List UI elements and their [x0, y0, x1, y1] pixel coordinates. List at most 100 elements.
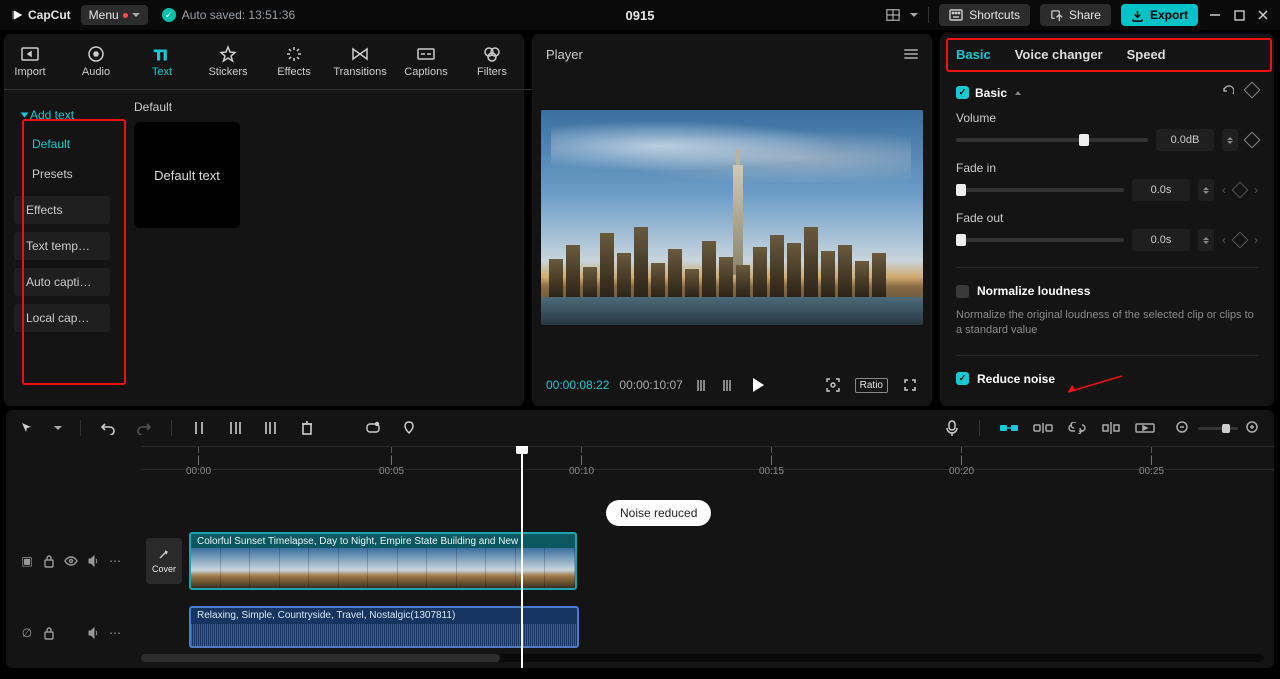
player-viewport[interactable] — [532, 74, 932, 364]
trim-right-tool[interactable] — [262, 419, 280, 437]
share-button[interactable]: Share — [1040, 4, 1111, 26]
split-tool[interactable] — [190, 419, 208, 437]
timeline-toolbar — [6, 410, 1274, 446]
keyframe-icon[interactable] — [1244, 82, 1261, 99]
more-icon[interactable]: ⋯ — [108, 554, 122, 568]
snap-toggle[interactable] — [998, 420, 1020, 436]
fullscreen-icon[interactable] — [902, 377, 918, 393]
zoom-in-button[interactable] — [1244, 419, 1262, 437]
close-button[interactable] — [1256, 8, 1270, 22]
normalize-desc: Normalize the original loudness of the s… — [956, 308, 1258, 339]
sidebar-item-default[interactable]: Default — [14, 130, 120, 158]
checkbox-on-icon: ✓ — [956, 372, 969, 385]
app-logo: CapCut — [10, 8, 71, 22]
video-clip[interactable]: Colorful Sunset Timelapse, Day to Night,… — [189, 532, 577, 590]
audio-track-header: ∅ ⋯ — [6, 604, 141, 662]
pointer-tool[interactable] — [18, 419, 36, 437]
layout-icon[interactable] — [886, 8, 900, 22]
text-content: Default Default text — [120, 90, 560, 406]
ribbon-audio[interactable]: Audio — [76, 45, 116, 78]
menu-button[interactable]: Menu — [81, 5, 148, 25]
track-type-icon[interactable]: ∅ — [20, 626, 34, 640]
playhead[interactable] — [521, 446, 523, 668]
fadeout-value[interactable]: 0.0s — [1132, 229, 1190, 251]
ribbon-stickers[interactable]: Stickers — [208, 45, 248, 78]
fadein-stepper[interactable] — [1198, 179, 1214, 201]
maximize-button[interactable] — [1232, 8, 1246, 22]
align-toggle[interactable] — [1100, 420, 1122, 436]
export-button[interactable]: Export — [1121, 4, 1198, 26]
chevron-down-icon[interactable] — [54, 426, 62, 430]
section-basic[interactable]: ✓ Basic — [956, 84, 1258, 101]
volume-slider[interactable] — [956, 138, 1148, 142]
player-label: Player — [546, 47, 583, 62]
ribbon-transitions[interactable]: Transitions — [340, 45, 380, 78]
ribbon-import[interactable]: Import — [10, 45, 50, 78]
ribbon-captions[interactable]: Captions — [406, 45, 446, 78]
check-icon: ✓ — [162, 8, 176, 22]
ribbon-effects[interactable]: Effects — [274, 45, 314, 78]
prev-frame-icon[interactable] — [693, 377, 709, 393]
mute-icon[interactable] — [86, 554, 100, 568]
timeline-ruler[interactable]: |00:00 |00:05 |00:10 |00:15 |00:20 |00:2… — [141, 446, 1274, 470]
keyframe-icon[interactable] — [1232, 232, 1249, 249]
ribbon-filters[interactable]: Filters — [472, 45, 512, 78]
tab-speed[interactable]: Speed — [1127, 47, 1166, 62]
ribbon-text[interactable]: TIText — [142, 45, 182, 78]
fadein-slider[interactable] — [956, 188, 1124, 192]
marker-tool[interactable] — [400, 419, 418, 437]
timeline-scrollbar[interactable] — [141, 654, 1264, 662]
volume-value[interactable]: 0.0dB — [1156, 129, 1214, 151]
shortcuts-button[interactable]: Shortcuts — [939, 4, 1030, 26]
reduce-noise[interactable]: ✓ Reduce noise — [956, 372, 1258, 386]
zoom-out-button[interactable] — [1174, 419, 1192, 437]
preview-toggle[interactable] — [1134, 420, 1156, 436]
minimize-button[interactable] — [1208, 8, 1222, 22]
undo-icon[interactable] — [1220, 84, 1234, 101]
video-frame — [541, 110, 923, 325]
player-menu-icon[interactable] — [904, 49, 918, 59]
keyframe-icon[interactable] — [1232, 182, 1249, 199]
tab-voice-changer[interactable]: Voice changer — [1015, 47, 1103, 62]
play-button[interactable] — [753, 378, 764, 392]
sidebar-cat-auto-captions[interactable]: Auto captio... — [14, 268, 110, 296]
track-type-icon[interactable]: ▣ — [20, 554, 34, 568]
zoom-slider[interactable] — [1198, 427, 1238, 430]
lock-icon[interactable] — [42, 554, 56, 568]
mute-icon[interactable] — [86, 626, 100, 640]
undo-button[interactable] — [99, 419, 117, 437]
volume-stepper[interactable] — [1222, 129, 1238, 151]
more-icon[interactable]: ⋯ — [108, 626, 122, 640]
fadeout-stepper[interactable] — [1198, 229, 1214, 251]
keyframe-icon[interactable] — [1244, 132, 1261, 149]
timecode-duration: 00:00:10:07 — [619, 378, 682, 392]
fadeout-slider[interactable] — [956, 238, 1124, 242]
fadein-value[interactable]: 0.0s — [1132, 179, 1190, 201]
ratio-button[interactable]: Ratio — [855, 378, 888, 393]
sidebar-cat-effects[interactable]: Effects — [14, 196, 110, 224]
eye-icon[interactable] — [64, 554, 78, 568]
zoom-fit-icon[interactable] — [825, 377, 841, 393]
normalize-loudness[interactable]: Normalize loudness — [956, 284, 1258, 298]
cover-button[interactable]: Cover — [146, 538, 182, 584]
chain-toggle[interactable] — [1066, 420, 1088, 436]
sidebar-cat-text-template[interactable]: Text template — [14, 232, 110, 260]
tab-basic[interactable]: Basic — [956, 47, 991, 62]
redo-button[interactable] — [135, 419, 153, 437]
next-frame-icon[interactable] — [719, 377, 735, 393]
timecode-current: 00:00:08:22 — [546, 378, 609, 392]
delete-tool[interactable] — [298, 419, 316, 437]
sidebar-group-add-text[interactable]: Add text — [14, 102, 120, 128]
sidebar-item-presets[interactable]: Presets — [14, 160, 120, 188]
freeze-tool[interactable] — [364, 419, 382, 437]
sidebar-cat-local-captions[interactable]: Local capti... — [14, 304, 110, 332]
inspector-panel: Basic Voice changer Speed ✓ Basic Volume… — [940, 34, 1274, 406]
project-title: 0915 — [626, 8, 655, 23]
mic-icon[interactable] — [943, 419, 961, 437]
link-toggle[interactable] — [1032, 420, 1054, 436]
timeline-body[interactable]: |00:00 |00:05 |00:10 |00:15 |00:20 |00:2… — [6, 446, 1274, 668]
lock-icon[interactable] — [42, 626, 56, 640]
default-text-card[interactable]: Default text — [134, 122, 240, 228]
trim-left-tool[interactable] — [226, 419, 244, 437]
chevron-down-icon[interactable] — [910, 13, 918, 17]
